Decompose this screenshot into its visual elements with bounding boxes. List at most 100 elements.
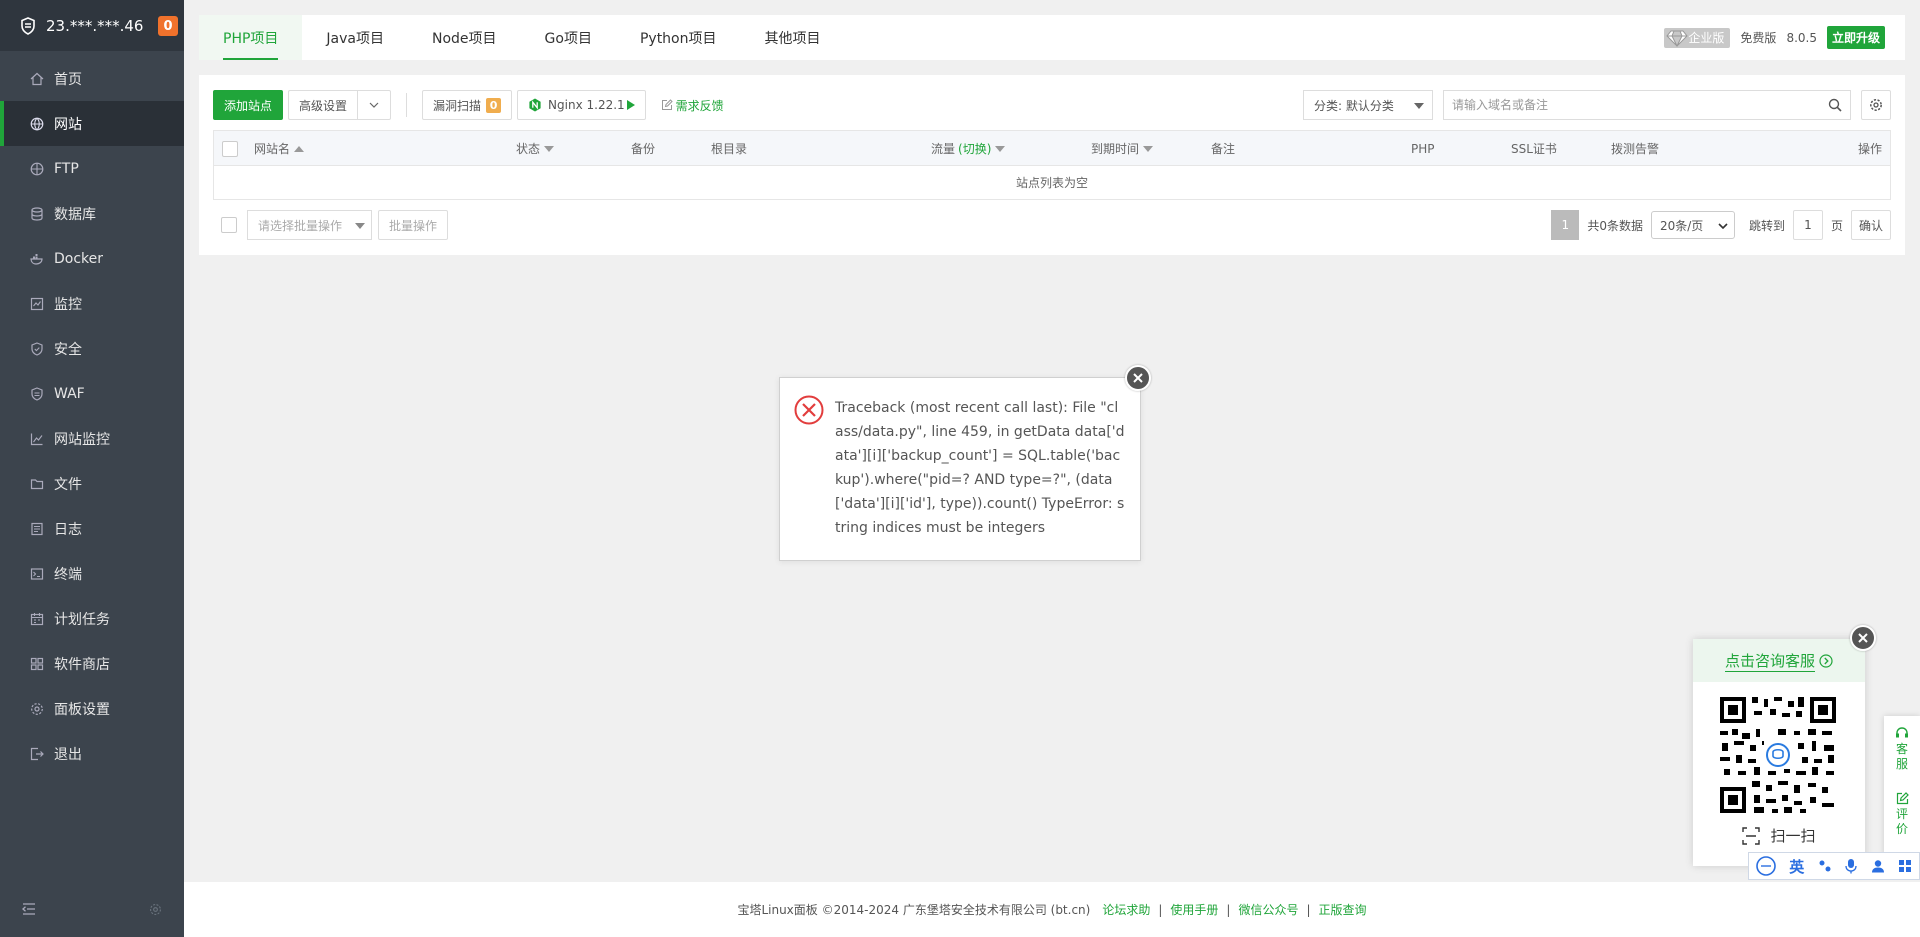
ime-language-toggle[interactable]: 英 [1789,856,1804,877]
microphone-icon[interactable] [1845,858,1857,874]
upgrade-button[interactable]: 立即升级 [1826,26,1885,49]
col-traffic[interactable]: 流量 (切换) [931,131,1006,166]
version-number[interactable]: 8.0.5 [1786,31,1817,45]
home-icon [30,72,44,86]
jump-page-input[interactable]: 1 [1792,210,1823,240]
advanced-dropdown-button[interactable] [357,90,392,120]
enterprise-label: 企业版 [1688,31,1725,45]
edit-icon [661,99,673,110]
enterprise-badge[interactable]: 企业版 [1664,27,1731,48]
sidebar-item-home[interactable]: 首页 [0,56,184,101]
error-close-button[interactable] [1125,365,1151,391]
col-status[interactable]: 状态 [516,131,555,166]
footer-link-wechat[interactable]: 微信公众号 [1238,901,1298,918]
play-icon [626,100,635,110]
apps-grid-icon[interactable] [1898,859,1912,873]
side-review-link[interactable]: 评价 [1896,807,1908,837]
select-all-checkbox[interactable] [222,140,238,157]
batch-select-checkbox[interactable] [221,217,237,233]
vuln-count-badge: 0 [486,97,502,113]
nginx-button[interactable]: Nginx 1.22.1 [517,90,646,120]
log-icon [30,522,44,536]
sidebar-item-label: 首页 [54,71,82,88]
sidebar-item-ftp[interactable]: FTP [0,146,184,191]
tab-python[interactable]: Python项目 [616,15,741,60]
tab-go[interactable]: Go项目 [521,15,616,60]
jump-confirm-button[interactable]: 确认 [1850,210,1891,240]
ftp-icon [30,162,44,176]
tab-other[interactable]: 其他项目 [741,15,845,60]
search-box [1443,90,1851,120]
table-settings-button[interactable] [1861,90,1891,120]
service-title[interactable]: 点击咨询客服 [1693,639,1865,682]
version-info: 企业版 免费版 8.0.5 立即升级 [1664,15,1905,60]
side-service-link[interactable]: 客服 [1896,742,1908,772]
sidebar-item-cron[interactable]: 计划任务 [0,596,184,641]
sidebar-footer [0,881,184,937]
col-status-label: 状态 [516,142,541,156]
ime-toolbar: 英 [1748,852,1920,880]
tab-java[interactable]: Java项目 [302,15,408,60]
sidebar-item-store[interactable]: 软件商店 [0,641,184,686]
sidebar-item-logs[interactable]: 日志 [0,506,184,551]
site-toolbar: 添加站点 高级设置 漏洞扫描 0 Nginx 1.22.1 需求反馈 分类: 默… [213,90,1891,120]
gear-icon [30,702,44,716]
col-expire[interactable]: 到期时间 [1091,131,1154,166]
notification-badge[interactable]: 0 [158,16,178,36]
page-unit: 页 [1830,218,1843,233]
col-site-name[interactable]: 网站名 [254,131,305,166]
advanced-settings-button[interactable]: 高级设置 [288,90,358,120]
sidebar-item-label: 文件 [54,476,82,493]
feedback-link[interactable]: 需求反馈 [661,97,724,114]
sidebar-item-waf[interactable]: WAF [0,371,184,416]
tab-php[interactable]: PHP项目 [199,15,303,60]
tab-node[interactable]: Node项目 [408,15,521,60]
footer-link-forum[interactable]: 论坛求助 [1102,901,1150,918]
customer-service-widget: 点击咨询客服 扫一扫 [1693,639,1865,866]
headset-icon [1896,727,1908,738]
ime-logo-icon[interactable] [1755,856,1776,876]
col-php: PHP [1411,141,1435,156]
per-page-select[interactable]: 20条/页 [1650,211,1735,239]
category-select[interactable]: 分类: 默认分类 [1303,90,1433,120]
sidebar-item-terminal[interactable]: 终端 [0,551,184,596]
sidebar-item-label: FTP [54,160,79,177]
user-icon[interactable] [1871,859,1885,873]
sidebar-item-site-monitor[interactable]: 网站监控 [0,416,184,461]
server-ip: 23.***.***.46 [46,16,144,35]
pagination: 1 共0条数据 20条/页 跳转到 1 页 确认 [1551,210,1891,240]
search-input[interactable] [1452,98,1828,112]
sidebar-item-label: 终端 [54,566,82,583]
sidebar-item-settings[interactable]: 面板设置 [0,686,184,731]
batch-action-button[interactable]: 批量操作 [378,210,449,240]
traffic-switch-link[interactable]: (切换) [958,140,991,157]
toolbar-divider [406,93,408,117]
add-site-button[interactable]: 添加站点 [213,90,284,120]
collapse-menu-icon[interactable] [22,903,36,915]
chevron-right-circle-icon [1819,653,1833,668]
sidebar-item-website[interactable]: 网站 [0,101,184,146]
batch-action-select[interactable]: 请选择批量操作 [247,210,372,240]
punctuation-icon[interactable] [1818,859,1832,873]
sidebar-item-monitor[interactable]: 监控 [0,281,184,326]
footer-link-manual[interactable]: 使用手册 [1170,901,1218,918]
sort-asc-icon [294,145,305,152]
sidebar-item-security[interactable]: 安全 [0,326,184,371]
vuln-scan-label: 漏洞扫描 [433,98,482,113]
sidebar-item-label: 日志 [54,521,82,538]
settings-gear-icon[interactable] [149,903,162,916]
diamond-icon [1666,30,1689,47]
sidebar-item-database[interactable]: 数据库 [0,191,184,236]
sidebar-item-logout[interactable]: 退出 [0,731,184,776]
sidebar-item-docker[interactable]: Docker [0,236,184,281]
sidebar-item-files[interactable]: 文件 [0,461,184,506]
footer-link-license[interactable]: 正版查询 [1319,901,1367,918]
page-footer: 宝塔Linux面板 ©2014-2024 广东堡塔安全技术有限公司 (bt.cn… [184,882,1920,937]
search-icon[interactable] [1828,98,1842,112]
vuln-scan-button[interactable]: 漏洞扫描 0 [422,90,513,120]
service-close-button[interactable] [1850,625,1876,651]
sidebar-header: 23.***.***.46 0 [0,0,184,51]
col-root: 根目录 [711,142,748,156]
close-icon [1133,373,1143,383]
page-current[interactable]: 1 [1551,210,1580,240]
